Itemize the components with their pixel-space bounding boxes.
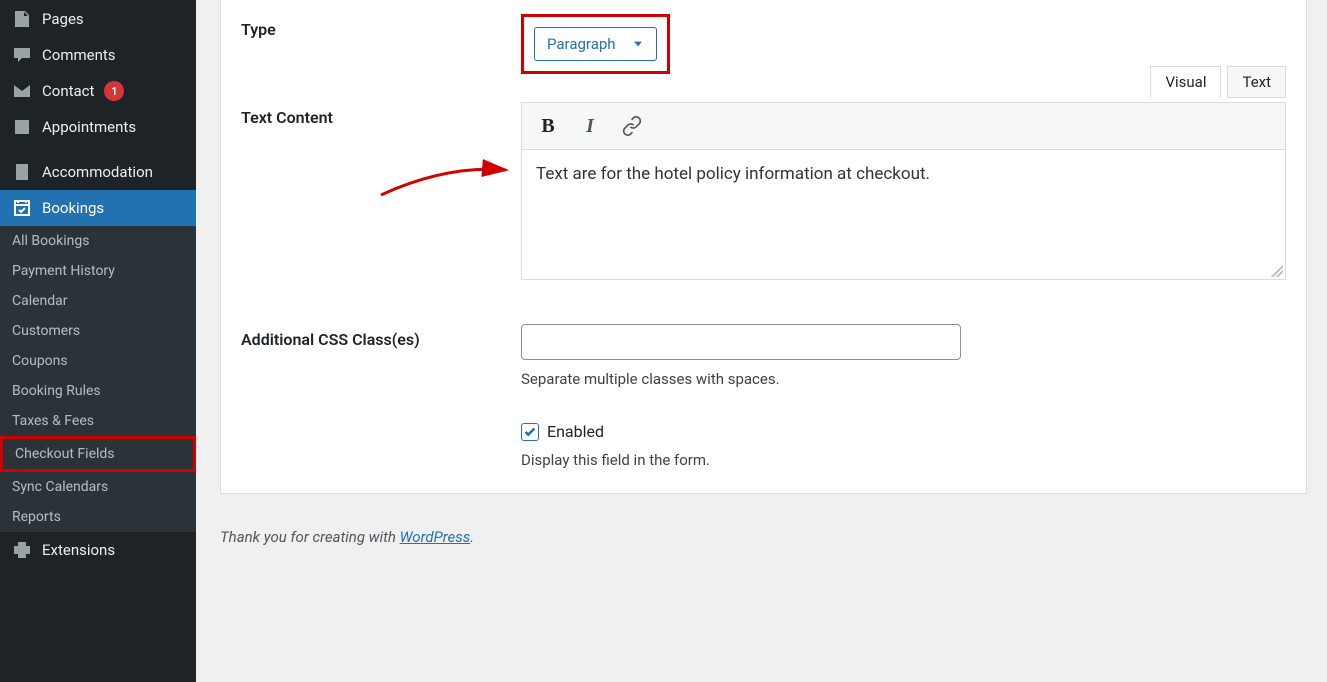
tab-text[interactable]: Text [1227, 66, 1286, 98]
label: Comments [42, 46, 116, 64]
row-type: Type Paragraph [221, 0, 1306, 88]
sidebar-item-reports[interactable]: Reports [0, 502, 196, 532]
sidebar-item-all-bookings[interactable]: All Bookings [0, 226, 196, 256]
type-highlight-box: Paragraph [521, 14, 670, 74]
sidebar-item-extensions[interactable]: Extensions [0, 532, 196, 568]
sidebar-item-customers[interactable]: Customers [0, 316, 196, 346]
field-settings-panel: Type Paragraph Text Content Visual Text [220, 0, 1307, 494]
label: Appointments [42, 118, 136, 136]
label: Extensions [42, 541, 115, 559]
mail-icon [12, 81, 32, 101]
bold-button[interactable]: B [536, 114, 560, 138]
sidebar-item-checkout-fields[interactable]: Checkout Fields [0, 436, 196, 472]
row-css-class: Additional CSS Class(es) Separate multip… [221, 294, 1306, 402]
css-help-text: Separate multiple classes with spaces. [521, 370, 1286, 388]
sidebar-submenu-bookings: All Bookings Payment History Calendar Cu… [0, 226, 196, 532]
pages-icon [12, 9, 32, 29]
label: Bookings [42, 199, 104, 217]
calendar-check-icon [12, 198, 32, 218]
enabled-label: Enabled [547, 422, 604, 441]
sidebar-item-calendar[interactable]: Calendar [0, 286, 196, 316]
enabled-checkbox-row[interactable]: Enabled [521, 422, 1286, 441]
enabled-checkbox[interactable] [521, 423, 539, 441]
link-button[interactable] [620, 114, 644, 138]
calendar-icon [12, 117, 32, 137]
row-text-content: Text Content Visual Text B I Text are fo… [221, 88, 1306, 294]
editor-textarea[interactable]: Text are for the hotel policy informatio… [521, 150, 1286, 280]
sidebar-item-booking-rules[interactable]: Booking Rules [0, 376, 196, 406]
editor-tabs: Visual Text [1150, 66, 1286, 98]
plugin-icon [12, 540, 32, 560]
main-content: Type Paragraph Text Content Visual Text [196, 0, 1327, 682]
comment-icon [12, 45, 32, 65]
type-value: Paragraph [547, 35, 616, 53]
admin-sidebar: Pages Comments Contact 1 Appointments Ac… [0, 0, 196, 682]
chevron-down-icon [630, 36, 646, 52]
sidebar-item-bookings[interactable]: Bookings [0, 190, 196, 226]
label: Contact [42, 82, 94, 100]
sidebar-item-comments[interactable]: Comments [0, 37, 196, 73]
enabled-help-text: Display this field in the form. [521, 451, 1286, 469]
notification-badge: 1 [104, 81, 124, 101]
wordpress-link[interactable]: WordPress [400, 528, 471, 546]
css-class-input[interactable] [521, 324, 961, 360]
editor-shell: Visual Text B I Text are for the hotel p… [521, 102, 1286, 280]
tab-visual[interactable]: Visual [1150, 66, 1221, 98]
text-content-label: Text Content [241, 102, 521, 127]
sidebar-item-accommodation[interactable]: Accommodation [0, 153, 196, 190]
sidebar-item-taxes-fees[interactable]: Taxes & Fees [0, 406, 196, 436]
row-enabled: Enabled Display this field in the form. [221, 402, 1306, 493]
sidebar-item-sync-calendars[interactable]: Sync Calendars [0, 472, 196, 502]
check-icon [523, 425, 537, 439]
sidebar-item-coupons[interactable]: Coupons [0, 346, 196, 376]
css-label: Additional CSS Class(es) [241, 324, 521, 349]
footer-note: Thank you for creating with WordPress. [220, 524, 1307, 550]
type-label: Type [241, 14, 521, 39]
building-icon [12, 162, 32, 182]
sidebar-item-appointments[interactable]: Appointments [0, 109, 196, 145]
link-icon [622, 116, 642, 136]
label: Accommodation [42, 163, 153, 181]
editor-toolbar: B I [521, 102, 1286, 150]
type-select[interactable]: Paragraph [534, 27, 657, 61]
sidebar-item-payment-history[interactable]: Payment History [0, 256, 196, 286]
italic-button[interactable]: I [578, 114, 602, 138]
label: Pages [42, 10, 84, 28]
sidebar-item-contact[interactable]: Contact 1 [0, 73, 196, 109]
sidebar-item-pages[interactable]: Pages [0, 0, 196, 37]
